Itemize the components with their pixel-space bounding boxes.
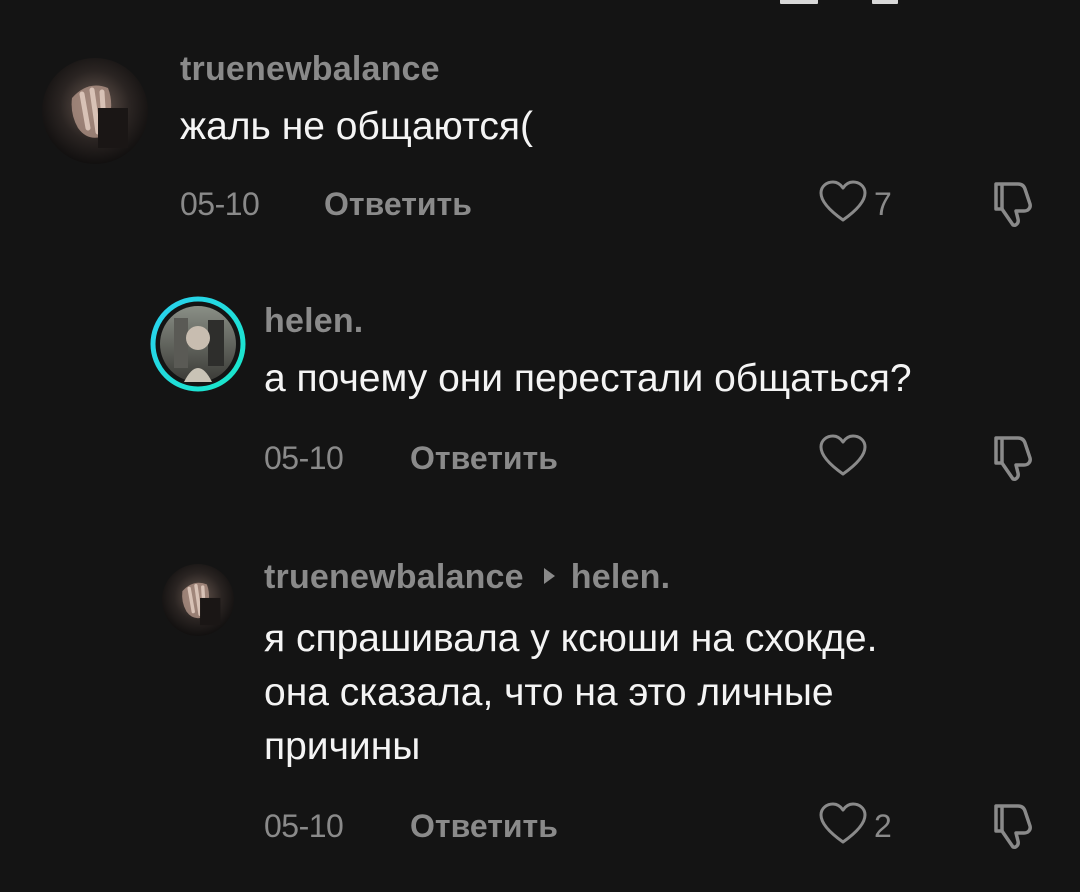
- reply-button[interactable]: Ответить: [410, 808, 558, 845]
- comment-text: жаль не общаются(: [180, 105, 533, 148]
- comment-text-line: я спрашивала у ксюши на схокде.: [264, 617, 878, 660]
- clipped-content-top: [0, 0, 1080, 6]
- dislike-button[interactable]: [988, 800, 1040, 855]
- reply-author[interactable]: truenewbalance: [264, 558, 524, 596]
- dislike-button[interactable]: [988, 432, 1040, 487]
- heart-icon: [818, 802, 868, 851]
- dislike-button[interactable]: [988, 178, 1040, 233]
- comment-text-line: она сказала, что на это личные: [264, 671, 834, 714]
- comment-text: я спрашивала у ксюши на схокде. она сказ…: [264, 612, 877, 774]
- comment-date: 05-10: [264, 808, 344, 844]
- comment-username[interactable]: truenewbalance: [180, 50, 440, 89]
- thumbs-down-icon: [988, 436, 1040, 486]
- like-count: 7: [874, 186, 892, 222]
- comment-text-line: причины: [264, 725, 421, 768]
- like-button[interactable]: 7: [818, 180, 892, 229]
- like-button[interactable]: 2: [818, 802, 892, 851]
- heart-icon: [818, 180, 868, 229]
- thumbs-down-icon: [988, 182, 1040, 232]
- comment-text: а почему они перестали общаться?: [264, 357, 912, 400]
- reply-to-user[interactable]: helen.: [571, 558, 670, 596]
- like-button[interactable]: [818, 434, 874, 483]
- avatar[interactable]: [162, 564, 234, 636]
- reply-button[interactable]: Ответить: [324, 186, 472, 223]
- comment-date: 05-10: [264, 440, 344, 476]
- avatar[interactable]: [150, 296, 246, 392]
- thumbs-down-icon: [988, 804, 1040, 854]
- avatar[interactable]: [42, 58, 148, 164]
- heart-icon: [818, 434, 868, 483]
- comment-date: 05-10: [180, 186, 260, 222]
- triangle-right-icon: [543, 568, 555, 584]
- reply-button[interactable]: Ответить: [410, 440, 558, 477]
- comment-username[interactable]: helen.: [264, 302, 363, 341]
- comment-username: truenewbalance helen.: [264, 558, 670, 597]
- like-count: 2: [874, 808, 892, 844]
